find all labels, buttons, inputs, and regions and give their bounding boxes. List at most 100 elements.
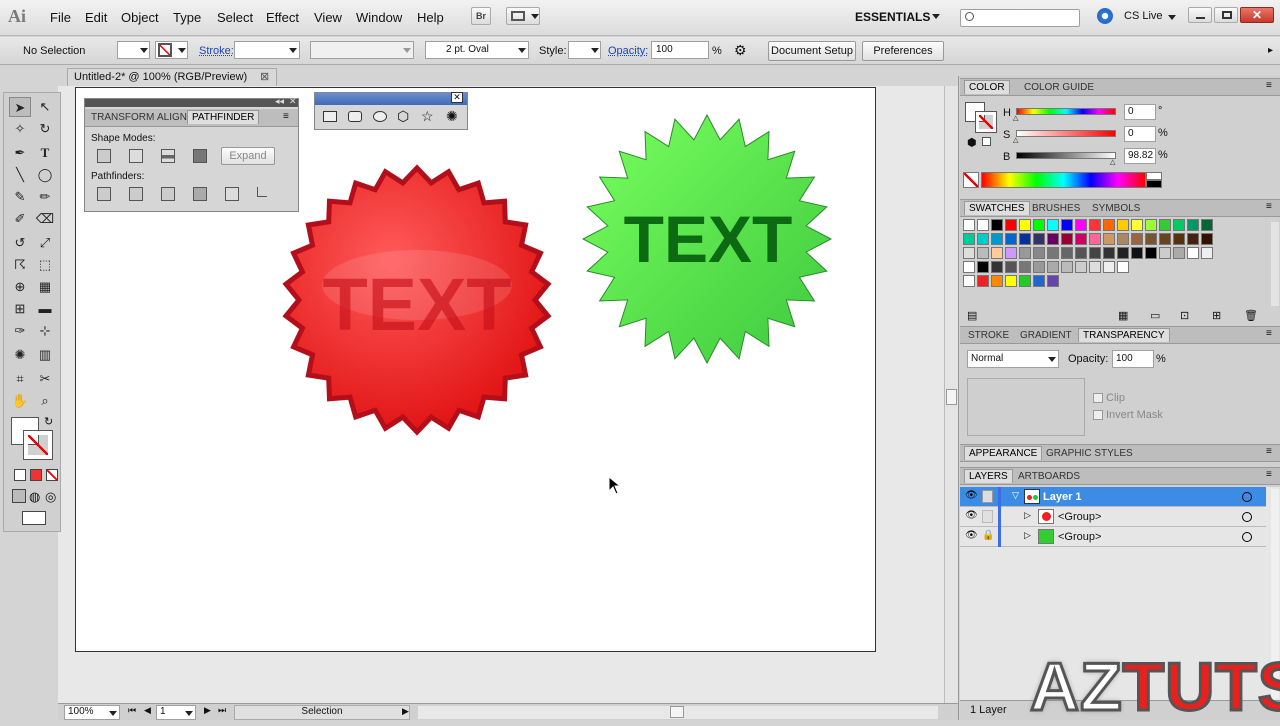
swatch-chip[interactable]: [1033, 219, 1045, 231]
swatch-chip[interactable]: [1103, 261, 1115, 273]
swatch-chip[interactable]: [991, 233, 1003, 245]
menu-edit[interactable]: Edit: [85, 10, 107, 25]
slider-handle-icon[interactable]: △: [1110, 158, 1115, 166]
swatch-chip[interactable]: [1005, 247, 1017, 259]
star-tool-icon[interactable]: ☆: [421, 108, 434, 125]
swatch-chip[interactable]: [1145, 233, 1157, 245]
menu-effect[interactable]: Effect: [266, 10, 299, 25]
search-input[interactable]: [960, 9, 1080, 27]
menu-file[interactable]: File: [50, 10, 71, 25]
swatch-chip[interactable]: [1047, 219, 1059, 231]
merge-icon[interactable]: [161, 187, 175, 201]
layer-row[interactable]: 👁 🔒 ▷ <Group>: [960, 527, 1266, 547]
none-color-icon[interactable]: [963, 172, 979, 188]
scale-tool[interactable]: ⤢: [34, 233, 56, 253]
swap-fill-stroke-icon[interactable]: ↻: [44, 415, 53, 428]
divide-icon[interactable]: [97, 187, 111, 201]
minus-front-icon[interactable]: [129, 149, 143, 163]
swatch-chip[interactable]: [1117, 233, 1129, 245]
prev-artboard-icon[interactable]: ◀: [144, 705, 151, 716]
menu-select[interactable]: Select: [217, 10, 253, 25]
swatch-options-icon[interactable]: ⊡: [1180, 309, 1189, 322]
rectangle-tool-icon[interactable]: [323, 111, 337, 122]
swatch-chip[interactable]: [1033, 261, 1045, 273]
outline-icon[interactable]: [225, 187, 239, 201]
swatch-chip[interactable]: [1047, 233, 1059, 245]
brush-definition[interactable]: 2 pt. Oval: [425, 41, 529, 59]
swatch-chip[interactable]: [1201, 247, 1213, 259]
swatch-chip[interactable]: [1173, 247, 1185, 259]
selection-tool[interactable]: ➤: [9, 97, 31, 117]
swatch-chip[interactable]: [1089, 219, 1101, 231]
h-slider-track[interactable]: [1016, 108, 1116, 115]
panel-menu-icon[interactable]: ≡: [1266, 469, 1272, 480]
swatch-chip[interactable]: [1173, 233, 1185, 245]
clip-checkbox[interactable]: [1093, 393, 1103, 403]
panel-menu-icon[interactable]: ≡: [1266, 328, 1272, 339]
swatch-chip[interactable]: [1047, 275, 1059, 287]
swatch-chip[interactable]: [1033, 275, 1045, 287]
s-value-field[interactable]: 0: [1124, 126, 1156, 142]
swatch-chip[interactable]: [1103, 247, 1115, 259]
slider-handle-icon[interactable]: △: [1013, 136, 1018, 144]
lock-icon[interactable]: 🔒: [982, 530, 994, 541]
arrange-documents-button[interactable]: [506, 7, 540, 25]
stroke-color-picker[interactable]: [155, 41, 188, 59]
visibility-eye-icon[interactable]: 👁: [965, 530, 978, 541]
gradient-mode-icon[interactable]: [30, 469, 42, 481]
swatches-scrollbar[interactable]: [1271, 222, 1279, 306]
swatch-chip[interactable]: [1061, 261, 1073, 273]
tab-artboards[interactable]: ARTBOARDS: [1014, 470, 1084, 483]
scroll-thumb[interactable]: [670, 706, 684, 718]
swatch-chip[interactable]: [1103, 219, 1115, 231]
swatch-chip[interactable]: [1005, 261, 1017, 273]
lasso-tool[interactable]: ↻: [34, 119, 56, 139]
swatch-chip[interactable]: [1061, 247, 1073, 259]
visibility-eye-icon[interactable]: 👁: [965, 490, 978, 501]
transparency-opacity-field[interactable]: 100: [1112, 350, 1154, 368]
menu-view[interactable]: View: [314, 10, 342, 25]
expand-toggle-icon[interactable]: ▷: [1024, 530, 1031, 541]
trash-icon[interactable]: 🗑: [1244, 309, 1258, 322]
tab-layers[interactable]: LAYERS: [964, 469, 1013, 483]
close-button[interactable]: ✕: [1240, 7, 1274, 23]
visibility-eye-icon[interactable]: 👁: [965, 510, 978, 521]
lock-toggle[interactable]: [982, 510, 993, 523]
swatch-chip[interactable]: [1187, 247, 1199, 259]
swatch-chip[interactable]: [963, 247, 975, 259]
document-tab[interactable]: Untitled-2* @ 100% (RGB/Preview) ⊠: [67, 68, 277, 86]
color-mode-icon[interactable]: [14, 469, 26, 481]
status-display[interactable]: Selection: [234, 705, 410, 720]
swatch-chip[interactable]: [1145, 247, 1157, 259]
tab-swatches[interactable]: SWATCHES: [964, 201, 1030, 215]
shape-builder-tool[interactable]: ⊕: [9, 277, 31, 297]
symbol-sprayer-tool[interactable]: ✺: [9, 345, 31, 365]
zoom-tool[interactable]: ⌕: [34, 391, 56, 411]
white-swatch[interactable]: [1146, 172, 1162, 180]
minus-back-icon[interactable]: [257, 187, 267, 197]
swatch-chip[interactable]: [991, 275, 1003, 287]
green-starburst-badge[interactable]: TEXT: [580, 112, 835, 367]
swatch-chip[interactable]: [1047, 261, 1059, 273]
lock-toggle[interactable]: [982, 490, 993, 503]
red-starburst-badge[interactable]: TEXT: [275, 160, 560, 440]
h-value-field[interactable]: 0: [1124, 104, 1156, 120]
swatch-chip[interactable]: [1033, 247, 1045, 259]
tab-color-guide[interactable]: COLOR GUIDE: [1020, 81, 1098, 94]
exclude-icon[interactable]: [193, 149, 207, 163]
tab-align[interactable]: ALIGN: [153, 111, 191, 124]
close-tab-icon[interactable]: ⊠: [260, 70, 269, 83]
hand-tool[interactable]: ✋: [9, 391, 31, 411]
eraser-tool[interactable]: ⌫: [34, 209, 56, 229]
ellipse-tool-icon[interactable]: [373, 111, 387, 122]
swatch-chip[interactable]: [1047, 247, 1059, 259]
swatch-chip[interactable]: [977, 233, 989, 245]
new-swatch-icon[interactable]: ⊞: [1212, 309, 1221, 322]
canvas-horizontal-scrollbar[interactable]: [418, 706, 938, 719]
status-menu-arrow-icon[interactable]: ▶: [402, 706, 409, 717]
stroke-weight-field[interactable]: [234, 41, 300, 59]
swatch-chip[interactable]: [1075, 261, 1087, 273]
swatch-chip[interactable]: [1005, 219, 1017, 231]
swatch-chip[interactable]: [1131, 247, 1143, 259]
unite-icon[interactable]: [97, 149, 111, 163]
